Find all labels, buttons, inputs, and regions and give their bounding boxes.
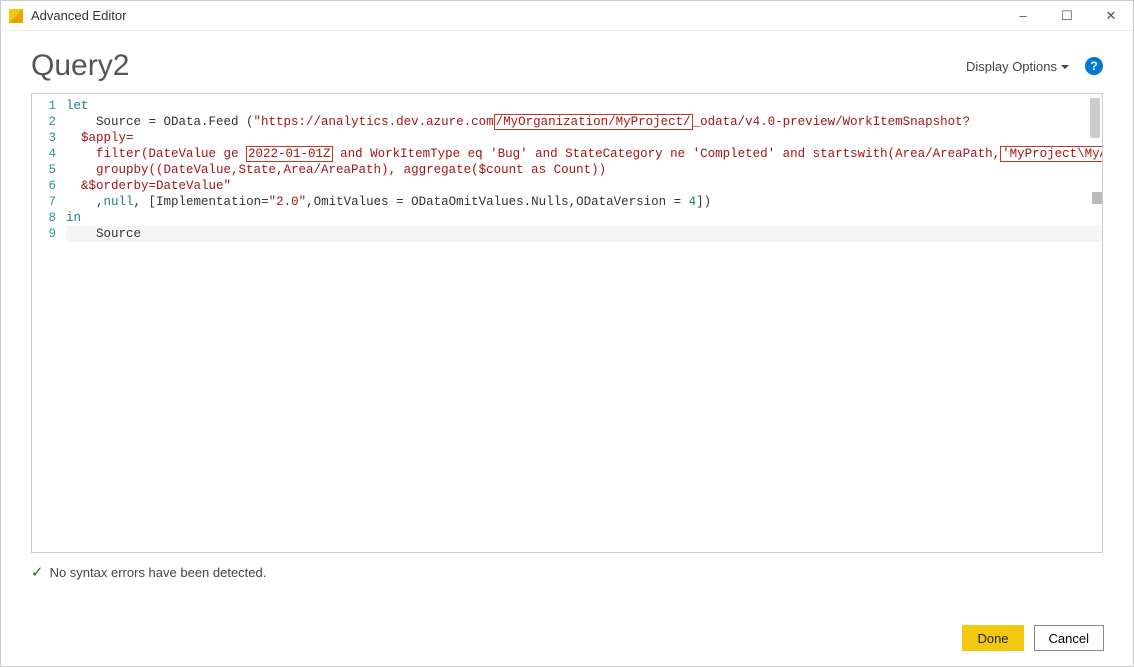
line-number: 1 bbox=[32, 98, 56, 114]
dialog-footer: Done Cancel bbox=[962, 625, 1104, 651]
overview-ruler-mark bbox=[1092, 192, 1102, 204]
title-bar: Advanced Editor – ☐ ✕ bbox=[1, 1, 1133, 31]
code-line[interactable]: in bbox=[66, 210, 1102, 226]
code-line[interactable]: ,null, [Implementation="2.0",OmitValues … bbox=[66, 194, 1102, 210]
code-token: filter(DateValue ge bbox=[96, 147, 246, 161]
code-token: ]) bbox=[696, 195, 711, 209]
line-number-gutter: 123456789 bbox=[32, 98, 66, 552]
line-number: 3 bbox=[32, 130, 56, 146]
line-number: 4 bbox=[32, 146, 56, 162]
display-options-dropdown[interactable]: Display Options bbox=[966, 59, 1069, 74]
code-line[interactable]: &$orderby=DateValue" bbox=[66, 178, 1102, 194]
code-token: in bbox=[66, 211, 81, 225]
line-number: 8 bbox=[32, 210, 56, 226]
code-line[interactable]: let bbox=[66, 98, 1102, 114]
editor-header: Query2 Display Options ? bbox=[1, 31, 1133, 93]
highlighted-placeholder[interactable]: 2022-01-01Z bbox=[246, 146, 333, 162]
code-token: Source bbox=[96, 227, 141, 241]
code-line[interactable]: Source = OData.Feed ("https://analytics.… bbox=[66, 114, 1102, 130]
code-token: $apply= bbox=[81, 131, 134, 145]
highlighted-placeholder[interactable]: 'MyProject\MyAreaPath'))/ bbox=[1000, 146, 1102, 162]
maximize-button[interactable]: ☐ bbox=[1045, 1, 1089, 31]
code-token: , [Implementation= bbox=[134, 195, 269, 209]
line-number: 2 bbox=[32, 114, 56, 130]
code-token: let bbox=[66, 99, 89, 113]
status-text: No syntax errors have been detected. bbox=[50, 565, 267, 580]
line-number: 7 bbox=[32, 194, 56, 210]
checkmark-icon: ✓ bbox=[31, 563, 44, 581]
code-token: "https://analytics.dev.azure.com bbox=[254, 115, 494, 129]
code-token: and WorkItemType eq 'Bug' and StateCateg… bbox=[333, 147, 1001, 161]
status-bar: ✓ No syntax errors have been detected. bbox=[31, 563, 1103, 581]
code-line[interactable]: filter(DateValue ge 2022-01-01Z and Work… bbox=[66, 146, 1102, 162]
app-logo-icon bbox=[9, 9, 23, 23]
code-area[interactable]: let Source = OData.Feed ("https://analyt… bbox=[66, 98, 1102, 552]
done-button[interactable]: Done bbox=[962, 625, 1023, 651]
code-token: Source = OData.Feed ( bbox=[96, 115, 254, 129]
code-token: ,OmitValues = ODataOmitValues.Nulls,ODat… bbox=[306, 195, 689, 209]
line-number: 5 bbox=[32, 162, 56, 178]
minimize-button[interactable]: – bbox=[1001, 1, 1045, 31]
display-options-label: Display Options bbox=[966, 59, 1057, 74]
window-title: Advanced Editor bbox=[31, 8, 126, 23]
highlighted-placeholder[interactable]: /MyOrganization/MyProject/ bbox=[494, 114, 693, 130]
code-token: groupby((DateValue,State,Area/AreaPath),… bbox=[96, 163, 606, 177]
code-token: _odata/v4.0-preview/WorkItemSnapshot? bbox=[693, 115, 971, 129]
code-token: &$orderby=DateValue" bbox=[81, 179, 231, 193]
code-token: null bbox=[104, 195, 134, 209]
code-token: , bbox=[96, 195, 104, 209]
chevron-down-icon bbox=[1061, 59, 1069, 74]
code-token: "2.0" bbox=[269, 195, 307, 209]
cancel-button[interactable]: Cancel bbox=[1034, 625, 1104, 651]
code-line[interactable]: groupby((DateValue,State,Area/AreaPath),… bbox=[66, 162, 1102, 178]
code-line[interactable]: $apply= bbox=[66, 130, 1102, 146]
vertical-scrollbar[interactable] bbox=[1090, 98, 1100, 138]
line-number: 6 bbox=[32, 178, 56, 194]
code-editor[interactable]: 123456789 let Source = OData.Feed ("http… bbox=[31, 93, 1103, 553]
query-name: Query2 bbox=[31, 49, 966, 83]
code-line[interactable]: Source bbox=[66, 226, 1102, 242]
close-button[interactable]: ✕ bbox=[1089, 1, 1133, 31]
help-icon[interactable]: ? bbox=[1085, 57, 1103, 75]
line-number: 9 bbox=[32, 226, 56, 242]
